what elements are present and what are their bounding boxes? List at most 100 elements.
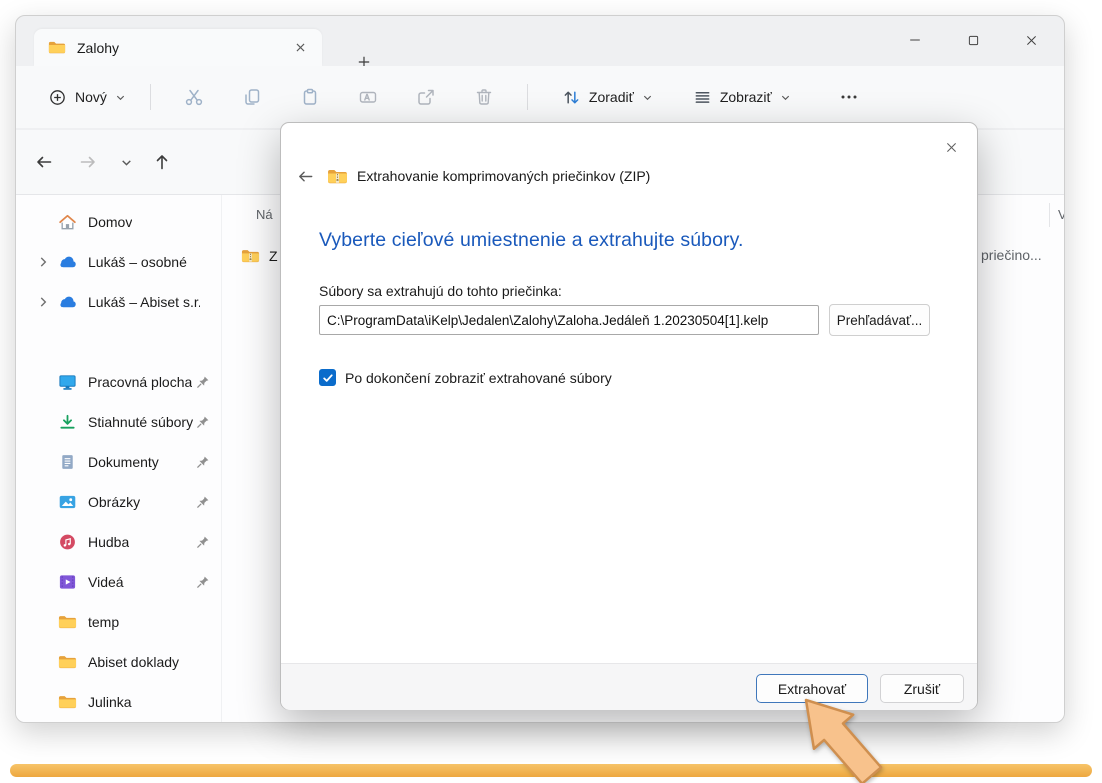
dialog-footer: Extrahovať Zrušiť [281, 663, 977, 710]
show-extracted-checkbox[interactable] [319, 369, 336, 386]
home-icon [58, 213, 77, 231]
videos-icon [58, 573, 77, 591]
clipboard-icon [300, 87, 320, 107]
sidebar-item-music[interactable]: Hudba [16, 522, 221, 562]
document-icon [58, 453, 77, 471]
arrow-left-icon [34, 152, 54, 172]
delete-button[interactable] [462, 79, 506, 115]
sidebar-item-temp[interactable]: temp [16, 602, 221, 642]
column-header-name[interactable]: Ná [256, 207, 273, 222]
chevron-right-icon[interactable] [36, 255, 50, 269]
trash-icon [474, 87, 494, 107]
tab-close-button[interactable] [288, 36, 312, 60]
recent-locations-button[interactable] [110, 146, 142, 178]
sidebar-item-videos[interactable]: Videá [16, 562, 221, 602]
show-extracted-row: Po dokončení zobraziť extrahované súbory [319, 369, 612, 386]
file-name: Z [269, 248, 278, 264]
arrow-right-icon [78, 152, 98, 172]
sidebar-item-domov[interactable]: Domov [16, 202, 221, 242]
cut-button[interactable] [172, 79, 216, 115]
view-button[interactable]: Zobraziť [681, 79, 803, 115]
path-label: Súbory sa extrahujú do tohto priečinka: [319, 283, 562, 299]
column-header-size[interactable]: Ve [1058, 207, 1064, 222]
dialog-back-button[interactable] [291, 163, 319, 189]
chevron-down-icon [642, 92, 653, 103]
rename-icon [358, 87, 378, 107]
destination-path-input[interactable] [319, 305, 819, 335]
maximize-button[interactable] [944, 16, 1002, 64]
arrow-left-icon [296, 167, 315, 186]
download-icon [58, 413, 77, 431]
new-button-label: Nový [75, 89, 107, 105]
more-options-button[interactable] [829, 79, 869, 115]
screenshot-canvas: Zalohy [0, 0, 1102, 783]
dialog-header: Extrahovanie komprimovaných priečinkov (… [291, 163, 650, 189]
sidebar: Domov Lukáš – osobné Lukáš – Abiset s.r.… [16, 195, 221, 722]
file-row-zip[interactable]: Z [241, 243, 278, 269]
sort-button-label: Zoradiť [589, 89, 634, 105]
dialog-close-button[interactable] [937, 133, 965, 161]
brand-accent-bar [10, 764, 1092, 777]
sidebar-item-desktop[interactable]: Pracovná plocha [16, 362, 221, 402]
cancel-button[interactable]: Zrušiť [880, 674, 964, 703]
file-type[interactable]: priečino... [981, 247, 1042, 263]
scissors-icon [184, 87, 204, 107]
close-icon [944, 140, 959, 155]
sort-button[interactable]: Zoradiť [550, 79, 665, 115]
sidebar-item-abiset-doklady[interactable]: Abiset doklady [16, 642, 221, 682]
minimize-button[interactable] [886, 16, 944, 64]
pin-icon [196, 375, 210, 389]
maximize-icon [966, 33, 981, 48]
command-bar: Nový Zor [16, 66, 1064, 128]
sidebar-item-pictures[interactable]: Obrázky [16, 482, 221, 522]
copy-icon [242, 87, 262, 107]
new-circle-plus-icon [48, 88, 67, 107]
extract-dialog: Extrahovanie komprimovaných priečinkov (… [280, 122, 978, 710]
paste-button[interactable] [288, 79, 332, 115]
dialog-heading: Vyberte cieľové umiestnenie a extrahujte… [319, 229, 744, 252]
music-icon [58, 533, 77, 551]
chevron-down-icon [120, 156, 133, 169]
sort-arrows-icon [562, 88, 581, 107]
close-icon [294, 41, 307, 54]
sidebar-item-documents[interactable]: Dokumenty [16, 442, 221, 482]
sidebar-item-onedrive-business[interactable]: Lukáš – Abiset s.r.o [16, 282, 221, 322]
up-button[interactable] [146, 146, 178, 178]
onedrive-icon [58, 253, 77, 271]
dialog-title: Extrahovanie komprimovaných priečinkov (… [357, 168, 650, 184]
pin-icon [196, 535, 210, 549]
desktop-icon [58, 373, 77, 391]
chevron-down-icon [115, 92, 126, 103]
forward-button[interactable] [72, 146, 104, 178]
sidebar-item-onedrive-personal[interactable]: Lukáš – osobné [16, 242, 221, 282]
back-button[interactable] [28, 146, 60, 178]
titlebar: Zalohy [16, 16, 1064, 66]
browse-button[interactable]: Prehľadávať... [829, 304, 930, 336]
sidebar-item-downloads[interactable]: Stiahnuté súbory [16, 402, 221, 442]
pin-icon [196, 455, 210, 469]
chevron-right-icon[interactable] [36, 295, 50, 309]
pin-icon [196, 415, 210, 429]
chevron-down-icon [780, 92, 791, 103]
close-button[interactable] [1002, 16, 1060, 64]
sidebar-item-julinka[interactable]: Julinka [16, 682, 221, 722]
extract-button[interactable]: Extrahovať [756, 674, 868, 703]
pictures-icon [58, 493, 77, 511]
rename-button[interactable] [346, 79, 390, 115]
share-icon [416, 87, 436, 107]
tab-zalohy[interactable]: Zalohy [34, 29, 322, 66]
new-button[interactable]: Nový [38, 79, 136, 115]
folder-icon [48, 40, 66, 55]
folder-icon [58, 693, 77, 711]
zip-folder-icon [241, 248, 260, 264]
onedrive-icon [58, 293, 77, 311]
pin-icon [196, 575, 210, 589]
folder-icon [58, 613, 77, 631]
arrow-up-icon [152, 152, 172, 172]
view-list-icon [693, 88, 712, 107]
copy-button[interactable] [230, 79, 274, 115]
share-button[interactable] [404, 79, 448, 115]
zip-folder-icon [327, 168, 348, 185]
sidebar-spacer [16, 322, 221, 362]
close-icon [1024, 33, 1039, 48]
